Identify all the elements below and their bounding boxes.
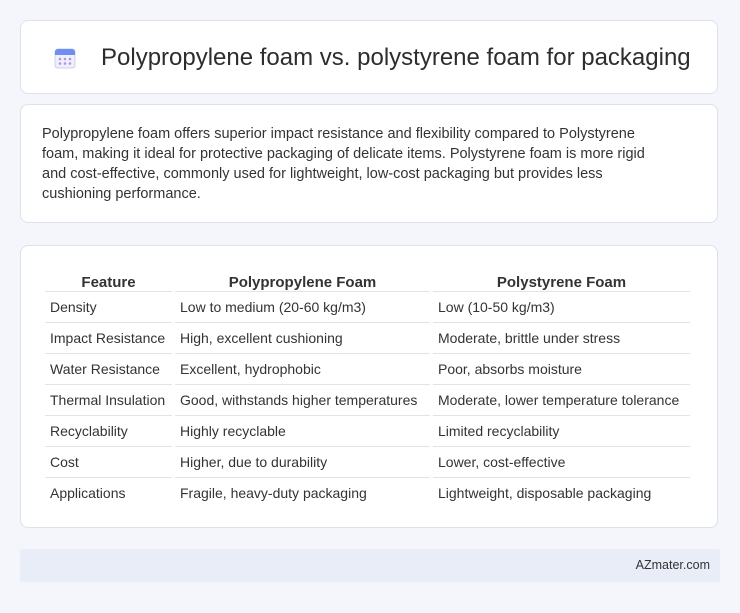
polystyrene-cell: Moderate, brittle under stress — [433, 323, 690, 354]
polypropylene-cell: Low to medium (20-60 kg/m3) — [175, 292, 430, 323]
polystyrene-cell: Lower, cost-effective — [433, 447, 690, 478]
column-header-polypropylene: Polypropylene Foam — [175, 265, 430, 292]
page-title: Polypropylene foam vs. polystyrene foam … — [101, 44, 691, 71]
comparison-table-card: Feature Polypropylene Foam Polystyrene F… — [20, 245, 718, 528]
polystyrene-cell: Limited recyclability — [433, 416, 690, 447]
title-card: Polypropylene foam vs. polystyrene foam … — [20, 20, 718, 94]
polystyrene-cell: Moderate, lower temperature tolerance — [433, 385, 690, 416]
table-row: Impact Resistance High, excellent cushio… — [45, 323, 690, 354]
polypropylene-cell: Fragile, heavy-duty packaging — [180, 485, 367, 501]
feature-cell: Recyclability — [45, 416, 172, 447]
polypropylene-cell: Highly recyclable — [175, 416, 430, 447]
table-row: Applications Fragile, heavy-duty packagi… — [45, 478, 690, 508]
feature-cell: Applications — [50, 485, 126, 501]
polystyrene-cell: Lightweight, disposable packaging — [438, 485, 652, 501]
table-header-row: Feature Polypropylene Foam Polystyrene F… — [45, 265, 690, 292]
feature-cell: Density — [45, 292, 172, 323]
description-card: Polypropylene foam offers superior impac… — [20, 104, 718, 223]
table-row: Thermal Insulation Good, withstands high… — [45, 385, 690, 416]
comparison-table: Feature Polypropylene Foam Polystyrene F… — [42, 265, 693, 508]
polypropylene-cell: High, excellent cushioning — [175, 323, 430, 354]
description-text: Polypropylene foam offers superior impac… — [42, 126, 645, 202]
polypropylene-cell: Good, withstands higher temperatures — [175, 385, 430, 416]
polystyrene-cell: Low (10-50 kg/m3) — [433, 292, 690, 323]
polystyrene-cell: Poor, absorbs moisture — [433, 354, 690, 385]
table-row: Water Resistance Excellent, hydrophobic … — [45, 354, 690, 385]
polypropylene-cell: Excellent, hydrophobic — [175, 354, 430, 385]
polypropylene-cell: Higher, due to durability — [175, 447, 430, 478]
feature-cell: Water Resistance — [45, 354, 172, 385]
footer-bar: AZmater.com — [20, 549, 720, 582]
column-header-polystyrene: Polystyrene Foam — [433, 265, 690, 292]
footer-site-link[interactable]: AZmater.com — [636, 558, 710, 572]
calendar-icon — [53, 46, 77, 70]
feature-cell: Impact Resistance — [45, 323, 172, 354]
table-row: Recyclability Highly recyclable Limited … — [45, 416, 690, 447]
feature-cell: Cost — [45, 447, 172, 478]
column-header-feature: Feature — [45, 265, 172, 292]
table-row: Cost Higher, due to durability Lower, co… — [45, 447, 690, 478]
table-row: Density Low to medium (20-60 kg/m3) Low … — [45, 292, 690, 323]
feature-cell: Thermal Insulation — [45, 385, 172, 416]
